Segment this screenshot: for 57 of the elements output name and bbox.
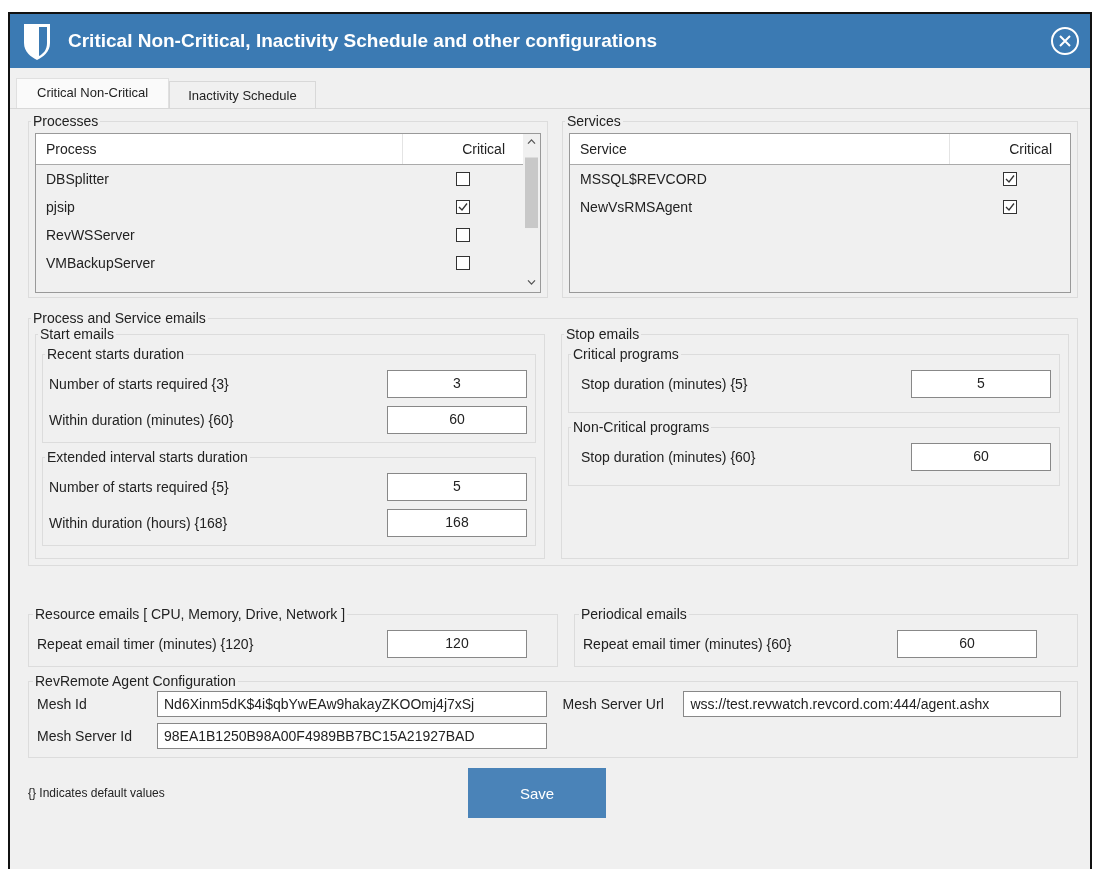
- tab[interactable]: Critical Non-Critical: [16, 78, 170, 108]
- window-title: Critical Non-Critical, Inactivity Schedule and other configurations: [68, 30, 659, 52]
- field-label: Number of starts required {3}: [49, 376, 229, 392]
- checkbox[interactable]: [1003, 172, 1017, 186]
- group-title: Start emails: [39, 326, 115, 342]
- field-label: Within duration (hours) {168}: [49, 515, 228, 531]
- close-icon[interactable]: [1050, 26, 1080, 56]
- field-label: Mesh Server Url: [561, 696, 665, 712]
- group-title: Periodical emails: [580, 606, 688, 622]
- group-title: Recent starts duration: [46, 346, 185, 362]
- table-cell-text: VMBackupServer: [45, 255, 156, 271]
- group-title: RevRemote Agent Configuration: [34, 673, 237, 689]
- input-field[interactable]: 60: [897, 630, 1037, 658]
- field-label: Stop duration (minutes) {5}: [581, 376, 748, 392]
- table-cell-text: pjsip: [45, 199, 76, 215]
- group-title: Services: [566, 113, 622, 129]
- input-field[interactable]: Nd6Xinm5dK$4i$qbYwEAw9hakayZKOOmj4j7xSj: [157, 691, 547, 717]
- checkbox[interactable]: [456, 228, 470, 242]
- group-title: Resource emails [ CPU, Memory, Drive, Network ]: [34, 606, 347, 622]
- field-label: Mesh Id: [37, 696, 88, 712]
- group-title: Non-Critical programs: [572, 419, 711, 435]
- field-label: Repeat email timer (minutes) {60}: [583, 636, 792, 652]
- field-label: Mesh Server Id: [37, 728, 133, 744]
- tab[interactable]: Inactivity Schedule: [169, 81, 316, 108]
- column-header[interactable]: Process: [36, 134, 403, 164]
- input-field[interactable]: 60: [387, 406, 527, 434]
- input-field[interactable]: 60: [911, 443, 1051, 471]
- shield-icon: [22, 21, 52, 61]
- checkbox[interactable]: [456, 256, 470, 270]
- field-label: Within duration (minutes) {60}: [49, 412, 234, 428]
- group-title: Process and Service emails: [32, 310, 207, 326]
- group-title: Processes: [32, 113, 100, 129]
- input-field[interactable]: 5: [911, 370, 1051, 398]
- table-cell-text: NewVsRMSAgent: [579, 199, 694, 215]
- field-label: Repeat email timer (minutes) {120}: [37, 636, 254, 652]
- field-label: Number of starts required {5}: [49, 479, 229, 495]
- input-field[interactable]: 120: [387, 630, 527, 658]
- checkbox[interactable]: [1003, 200, 1017, 214]
- checkbox[interactable]: [456, 200, 470, 214]
- input-field[interactable]: 168: [387, 509, 527, 537]
- group-title: Extended interval starts duration: [46, 449, 249, 465]
- column-header[interactable]: Critical: [403, 141, 523, 157]
- field-label: Stop duration (minutes) {60}: [581, 449, 756, 465]
- table-cell-text: DBSplitter: [45, 171, 111, 187]
- input-field[interactable]: 3: [387, 370, 527, 398]
- hint-text: {} Indicates default values: [28, 786, 166, 800]
- input-field[interactable]: 5: [387, 473, 527, 501]
- checkbox[interactable]: [456, 172, 470, 186]
- input-field[interactable]: wss://test.revwatch.revcord.com:444/agent.ashx: [683, 691, 1062, 717]
- group-title: Stop emails: [565, 326, 641, 342]
- column-header[interactable]: Critical: [950, 141, 1070, 157]
- table-cell-text: MSSQL$REVCORD: [579, 171, 708, 187]
- group-title: Critical programs: [572, 346, 680, 362]
- table-cell-text: RevWSServer: [45, 227, 136, 243]
- save-button[interactable]: Save: [468, 768, 606, 818]
- column-header[interactable]: Service: [570, 134, 950, 164]
- input-field[interactable]: 98EA1B1250B98A00F4989BB7BC15A21927BAD: [157, 723, 547, 749]
